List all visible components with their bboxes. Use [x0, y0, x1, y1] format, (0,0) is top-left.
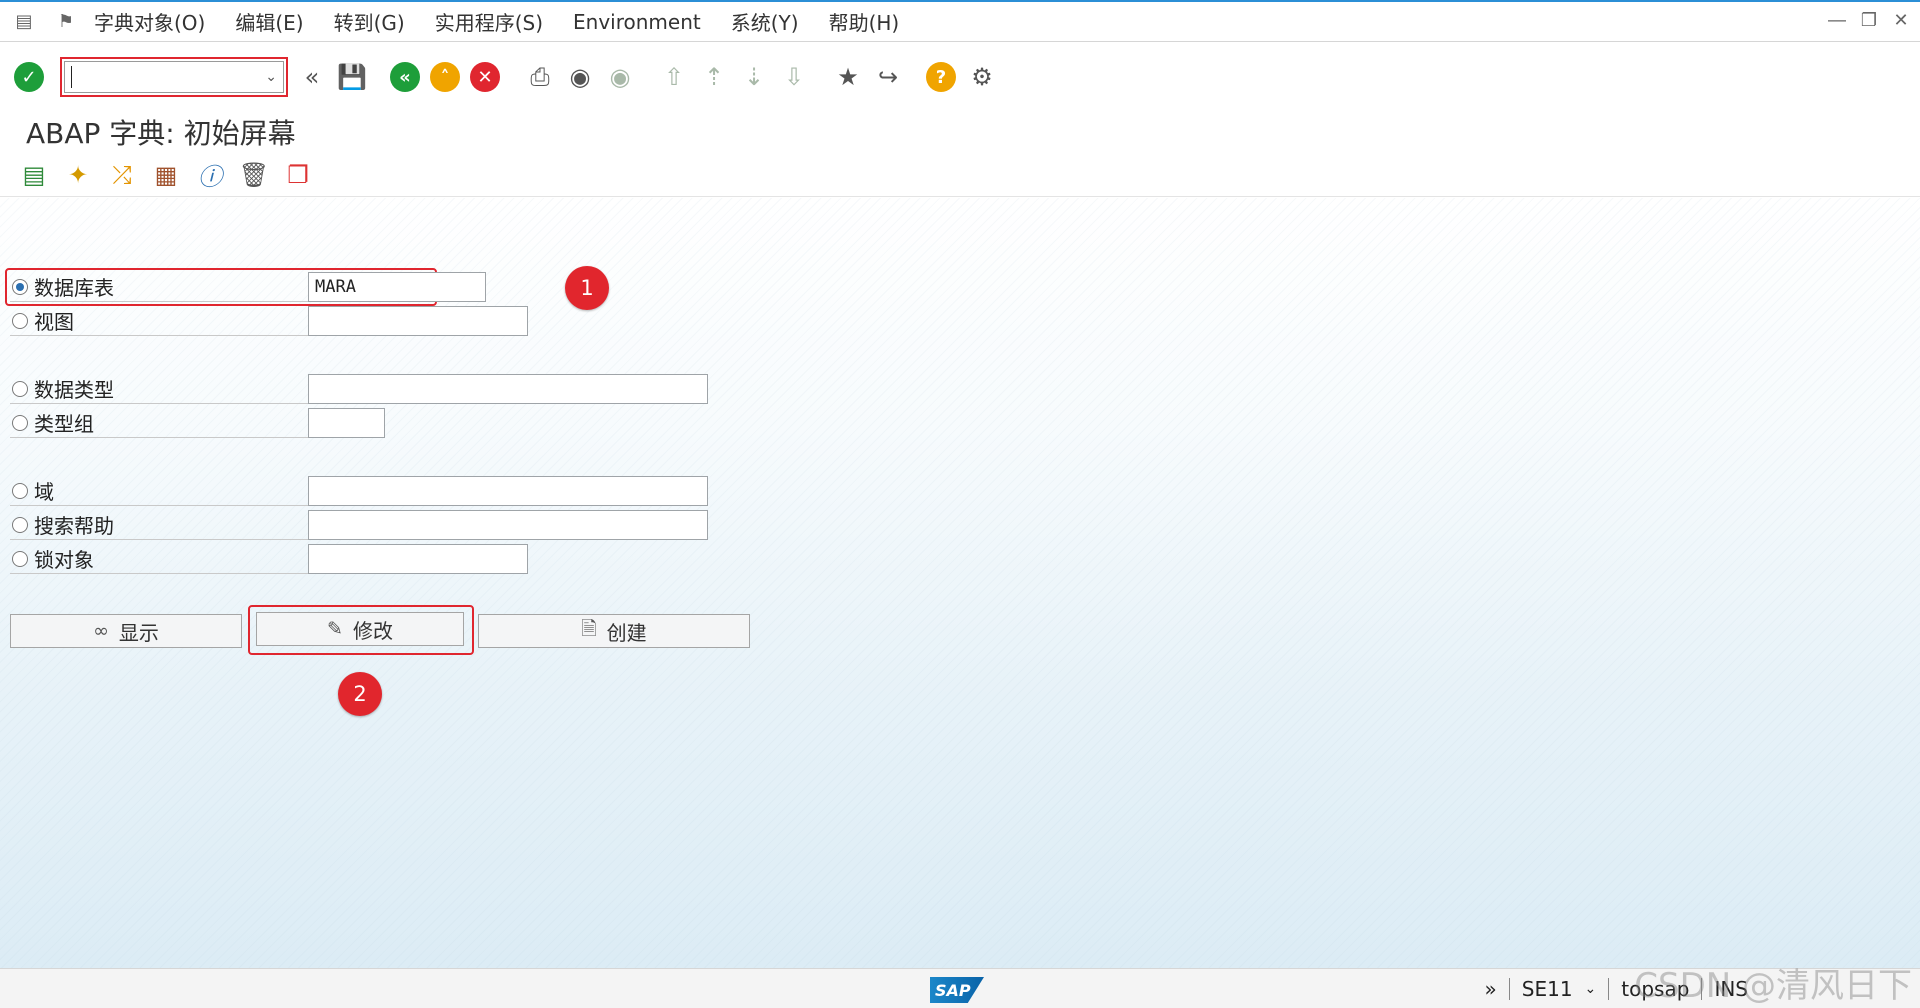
application-toolbar: ▤ ✦ ⤮ ▦ ⓘ 🗑 ❐	[0, 153, 1920, 197]
delete-icon[interactable]: 🗑	[238, 159, 270, 191]
radio-search-help[interactable]	[12, 516, 28, 533]
find-icon[interactable]: ◉	[564, 61, 596, 93]
label-lock-object: 锁对象	[34, 548, 94, 572]
label-data-type: 数据类型	[34, 378, 114, 402]
collapse-icon[interactable]: «	[296, 61, 328, 93]
domain-field[interactable]	[308, 476, 708, 506]
search-help-field[interactable]	[308, 510, 708, 540]
radio-database-table[interactable]	[12, 278, 28, 295]
label-view: 视图	[34, 310, 74, 334]
text-cursor	[71, 66, 72, 88]
pin-icon[interactable]: ⚑	[52, 10, 80, 34]
step-badge-2: 2	[338, 672, 382, 716]
exit-icon[interactable]: ˄	[430, 62, 460, 92]
command-field[interactable]: ⌄	[64, 61, 284, 93]
minimize-icon[interactable]: ―	[1828, 10, 1846, 31]
other-object-icon[interactable]: ▤	[18, 159, 50, 191]
wand-icon[interactable]: ✦	[62, 159, 94, 191]
step-badge-1: 1	[565, 266, 609, 310]
radio-view[interactable]	[12, 312, 28, 329]
main-content: 1 数据库表 MARA 视图 数据类型 类型组 域 搜索帮助 锁对象 ∞ 显示 …	[0, 198, 1920, 968]
glasses-icon: ∞	[93, 620, 109, 642]
label-type-group: 类型组	[34, 412, 94, 436]
command-field-highlight: ⌄	[60, 57, 288, 97]
menu-environment[interactable]: Environment	[573, 10, 701, 34]
transaction-code: SE11	[1521, 977, 1573, 1001]
status-bar: SAP » SE11 ⌄ topsap INS	[0, 968, 1920, 1008]
next-page-icon[interactable]: ⇣	[738, 61, 770, 93]
window-menu-icon[interactable]: ▤	[10, 10, 38, 34]
radio-type-group[interactable]	[12, 414, 28, 431]
row-data-type: 数据类型	[10, 374, 708, 404]
menu-dictionary-object[interactable]: 字典对象(O)	[94, 7, 205, 36]
cancel-icon[interactable]: ✕	[470, 62, 500, 92]
menu-system[interactable]: 系统(Y)	[731, 7, 799, 36]
row-search-help: 搜索帮助	[10, 510, 708, 540]
menu-bar: ▤ ⚑ 字典对象(O) 编辑(E) 转到(G) 实用程序(S) Environm…	[0, 0, 1920, 42]
row-lock-object: 锁对象	[10, 544, 528, 574]
create-session-icon[interactable]: ★	[832, 61, 864, 93]
previous-page-icon[interactable]: ⇡	[698, 61, 730, 93]
database-table-field[interactable]: MARA	[308, 272, 486, 302]
data-type-field[interactable]	[308, 374, 708, 404]
label-search-help: 搜索帮助	[34, 514, 114, 538]
menu-goto[interactable]: 转到(G)	[334, 7, 405, 36]
type-group-field[interactable]	[308, 408, 385, 438]
display-button[interactable]: ∞ 显示	[10, 614, 242, 648]
create-button-label: 创建	[606, 620, 647, 645]
row-view: 视图	[10, 306, 528, 336]
change-button-label: 修改	[352, 618, 393, 643]
menu-utilities[interactable]: 实用程序(S)	[435, 7, 543, 36]
label-database-table: 数据库表	[34, 276, 114, 300]
back-icon[interactable]: «	[390, 62, 420, 92]
gear-icon[interactable]: ⚙	[966, 61, 998, 93]
pencil-icon: ✎	[327, 618, 343, 640]
help-icon[interactable]: ?	[926, 62, 956, 92]
find-next-icon[interactable]: ◉	[604, 61, 636, 93]
radio-lock-object[interactable]	[12, 550, 28, 567]
display-button-label: 显示	[118, 620, 159, 645]
copy-icon[interactable]: ❐	[282, 159, 314, 191]
save-icon[interactable]: 💾	[336, 61, 368, 93]
restore-icon[interactable]: ❐	[1860, 10, 1878, 31]
info-icon[interactable]: ⓘ	[194, 159, 226, 191]
last-page-icon[interactable]: ⇩	[778, 61, 810, 93]
title-bar: ABAP 字典: 初始屏幕	[0, 111, 1920, 153]
shortcut-icon[interactable]: ↪	[872, 61, 904, 93]
hierarchy-icon[interactable]: ▦	[150, 159, 182, 191]
label-domain: 域	[34, 480, 54, 504]
standard-toolbar: ✓ ⌄ « 💾 « ˄ ✕ ⎙ ◉ ◉ ⇧ ⇡ ⇣ ⇩ ★ ↪ ? ⚙	[0, 43, 1920, 111]
watermark: CSDN @清风日下	[1634, 966, 1912, 1006]
chevron-down-icon[interactable]: ⌄	[1585, 981, 1597, 997]
lock-object-field[interactable]	[308, 544, 528, 574]
print-icon[interactable]: ⎙	[524, 61, 556, 93]
row-type-group: 类型组	[10, 408, 385, 438]
create-button[interactable]: 🗎 创建	[478, 614, 750, 648]
row-domain: 域	[10, 476, 708, 506]
radio-data-type[interactable]	[12, 380, 28, 397]
chevron-down-icon[interactable]: ⌄	[265, 69, 277, 85]
document-icon: 🗎	[581, 618, 597, 640]
view-field[interactable]	[308, 306, 528, 336]
where-used-icon[interactable]: ⤮	[106, 159, 138, 191]
enter-icon[interactable]: ✓	[14, 62, 44, 92]
change-button[interactable]: ✎ 修改	[256, 612, 464, 646]
page-title: ABAP 字典: 初始屏幕	[26, 117, 296, 150]
close-icon[interactable]: ✕	[1892, 10, 1910, 31]
first-page-icon[interactable]: ⇧	[658, 61, 690, 93]
menu-help[interactable]: 帮助(H)	[829, 7, 900, 36]
menu-edit[interactable]: 编辑(E)	[235, 7, 303, 36]
window-controls: ― ❐ ✕	[1828, 10, 1910, 31]
radio-domain[interactable]	[12, 482, 28, 499]
row-database-table: 数据库表 MARA	[10, 272, 486, 302]
expand-icon[interactable]: »	[1485, 977, 1497, 1001]
sap-logo: SAP	[930, 977, 984, 1003]
